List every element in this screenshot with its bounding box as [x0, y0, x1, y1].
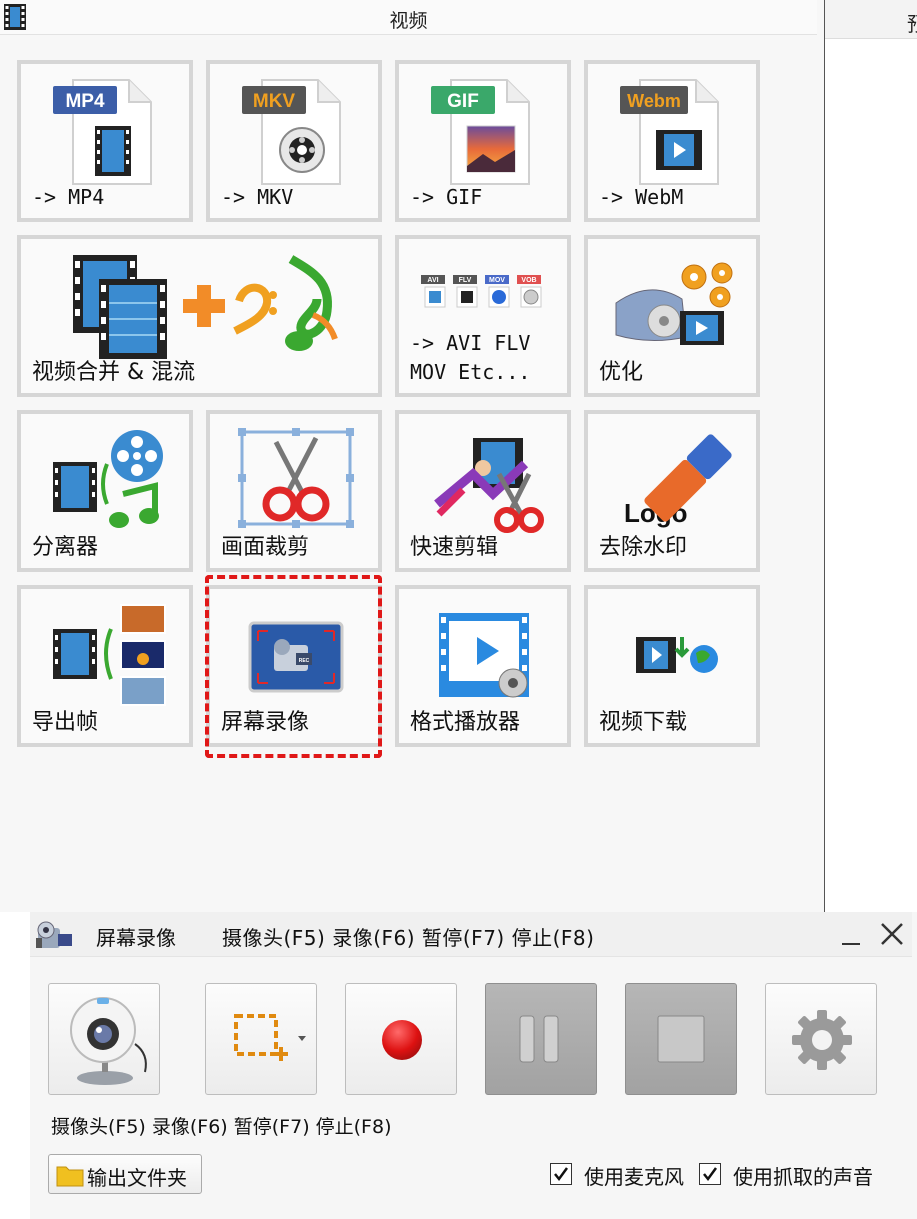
- checkmark-icon: [703, 1167, 718, 1182]
- dropdown-arrow-icon: [298, 1036, 306, 1041]
- player-icon: [439, 613, 529, 698]
- tile-label: 优化: [599, 360, 644, 385]
- recorder-title-bar: 屏幕录像 摄像头(F5) 录像(F6) 暂停(F7) 停止(F8): [30, 912, 912, 957]
- formats-icon: AVI FLV MOV VOB: [421, 275, 542, 308]
- screen-recorder-dialog: 屏幕录像 摄像头(F5) 录像(F6) 暂停(F7) 停止(F8) 摄像头(F5…: [30, 912, 917, 1219]
- tile-label: 屏幕录像: [221, 710, 310, 735]
- right-panel-title: 预: [907, 8, 917, 37]
- tile-label: -> GIF: [410, 185, 483, 209]
- gif-badge-text: GIF: [447, 91, 479, 112]
- mkv-badge-text: MKV: [253, 91, 296, 112]
- record-button[interactable]: [345, 983, 457, 1095]
- gear-icon: [792, 1010, 852, 1070]
- mini-badge-flv: FLV: [459, 277, 472, 284]
- record-icon: [382, 1020, 422, 1060]
- tile-label: 画面裁剪: [221, 535, 310, 560]
- shortcut-hint: 摄像头(F5) 录像(F6) 暂停(F7) 停止(F8): [51, 1116, 392, 1138]
- capture-audio-checkbox[interactable]: [699, 1163, 721, 1185]
- use-mic-checkbox[interactable]: [550, 1163, 572, 1185]
- tile-label: -> AVI FLV MOV Etc...: [410, 331, 531, 384]
- tile-format-player[interactable]: 格式播放器: [395, 585, 571, 747]
- folder-icon: [56, 1166, 84, 1187]
- pause-button[interactable]: [485, 983, 597, 1095]
- mp4-file-icon: MP4: [53, 79, 152, 185]
- tile-splitter[interactable]: 分离器: [17, 410, 193, 572]
- tile-label: -> MP4: [32, 185, 105, 209]
- tile-label: 分离器: [32, 535, 99, 560]
- mp4-badge-text: MP4: [65, 91, 105, 112]
- tile-to-mp4[interactable]: MP4 -> MP4: [17, 60, 193, 222]
- stop-button[interactable]: [625, 983, 737, 1095]
- output-folder-label: 输出文件夹: [87, 1166, 187, 1190]
- tile-export-frames[interactable]: 导出帧: [17, 585, 193, 747]
- splitter-icon: [53, 430, 163, 528]
- camcorder-icon: [36, 921, 72, 948]
- window-title: 视频: [389, 10, 428, 32]
- close-icon[interactable]: [878, 920, 906, 948]
- mini-badge-mov: MOV: [489, 277, 505, 284]
- tile-quick-cut[interactable]: 快速剪辑: [395, 410, 571, 572]
- tile-label: 去除水印: [599, 535, 688, 560]
- crop-scissors-icon: [238, 428, 354, 528]
- tile-to-webm[interactable]: Webm -> WebM: [584, 60, 760, 222]
- tile-label: 视频合并 & 混流: [32, 360, 196, 385]
- recorder-shortcuts: 摄像头(F5) 录像(F6) 暂停(F7) 停止(F8): [222, 926, 595, 950]
- checkmark-icon: [554, 1167, 569, 1182]
- right-panel: 预: [825, 0, 917, 912]
- mkv-file-icon: MKV: [242, 79, 341, 185]
- select-region-button[interactable]: [205, 983, 317, 1095]
- webcam-icon: [70, 997, 147, 1085]
- right-panel-header: 预: [825, 0, 917, 39]
- tile-to-mkv[interactable]: MKV -> MKV: [206, 60, 382, 222]
- quick-cut-icon: [434, 438, 544, 533]
- mini-badge-avi: AVI: [427, 277, 438, 284]
- tile-label: 导出帧: [32, 710, 99, 735]
- tile-screen-record[interactable]: REC 屏幕录像: [206, 585, 382, 747]
- export-frames-icon: [53, 604, 166, 706]
- video-download-icon: [636, 637, 718, 673]
- optimize-icon: [615, 262, 733, 345]
- tile-to-avi-flv-mov[interactable]: AVI FLV MOV VOB -> AVI FLV MOV Etc...: [395, 235, 571, 397]
- gif-file-icon: GIF: [431, 79, 530, 185]
- tile-label: 视频下载: [599, 710, 688, 735]
- tile-label: -> MKV: [221, 185, 294, 209]
- output-folder-button[interactable]: 输出文件夹: [48, 1154, 202, 1194]
- rec-text: REC: [299, 658, 310, 664]
- tile-label: -> WebM: [599, 185, 684, 209]
- title-bar: 视频: [0, 0, 817, 35]
- use-mic-label: 使用麦克风: [584, 1165, 684, 1189]
- video-tools-panel: 视频 MP4 -> MP4 MKV -> MKV GIF -> GIF Webm…: [0, 0, 824, 912]
- pause-icon: [519, 1015, 559, 1063]
- stop-icon: [657, 1015, 705, 1063]
- webcam-button[interactable]: [48, 983, 160, 1095]
- minimize-icon[interactable]: [840, 920, 862, 948]
- tile-video-download[interactable]: 视频下载: [584, 585, 760, 747]
- tile-merge[interactable]: 视频合并 & 混流: [17, 235, 382, 397]
- tile-label: 格式播放器: [410, 710, 521, 735]
- tile-optimize[interactable]: 优化: [584, 235, 760, 397]
- merge-icon: [73, 255, 338, 359]
- capture-audio-label: 使用抓取的声音: [733, 1165, 873, 1189]
- tile-crop[interactable]: 画面裁剪: [206, 410, 382, 572]
- tile-label: 快速剪辑: [410, 535, 499, 560]
- webm-file-icon: Webm: [620, 79, 719, 185]
- settings-button[interactable]: [765, 983, 877, 1095]
- webm-badge-text: Webm: [627, 91, 681, 111]
- eraser-icon: Logo: [624, 434, 732, 528]
- screen-record-icon: REC: [248, 621, 344, 693]
- tile-remove-watermark[interactable]: Logo 去除水印: [584, 410, 760, 572]
- recorder-title: 屏幕录像: [96, 926, 176, 950]
- mini-badge-vob: VOB: [521, 277, 536, 284]
- tile-to-gif[interactable]: GIF -> GIF: [395, 60, 571, 222]
- region-select-icon: [234, 1014, 306, 1061]
